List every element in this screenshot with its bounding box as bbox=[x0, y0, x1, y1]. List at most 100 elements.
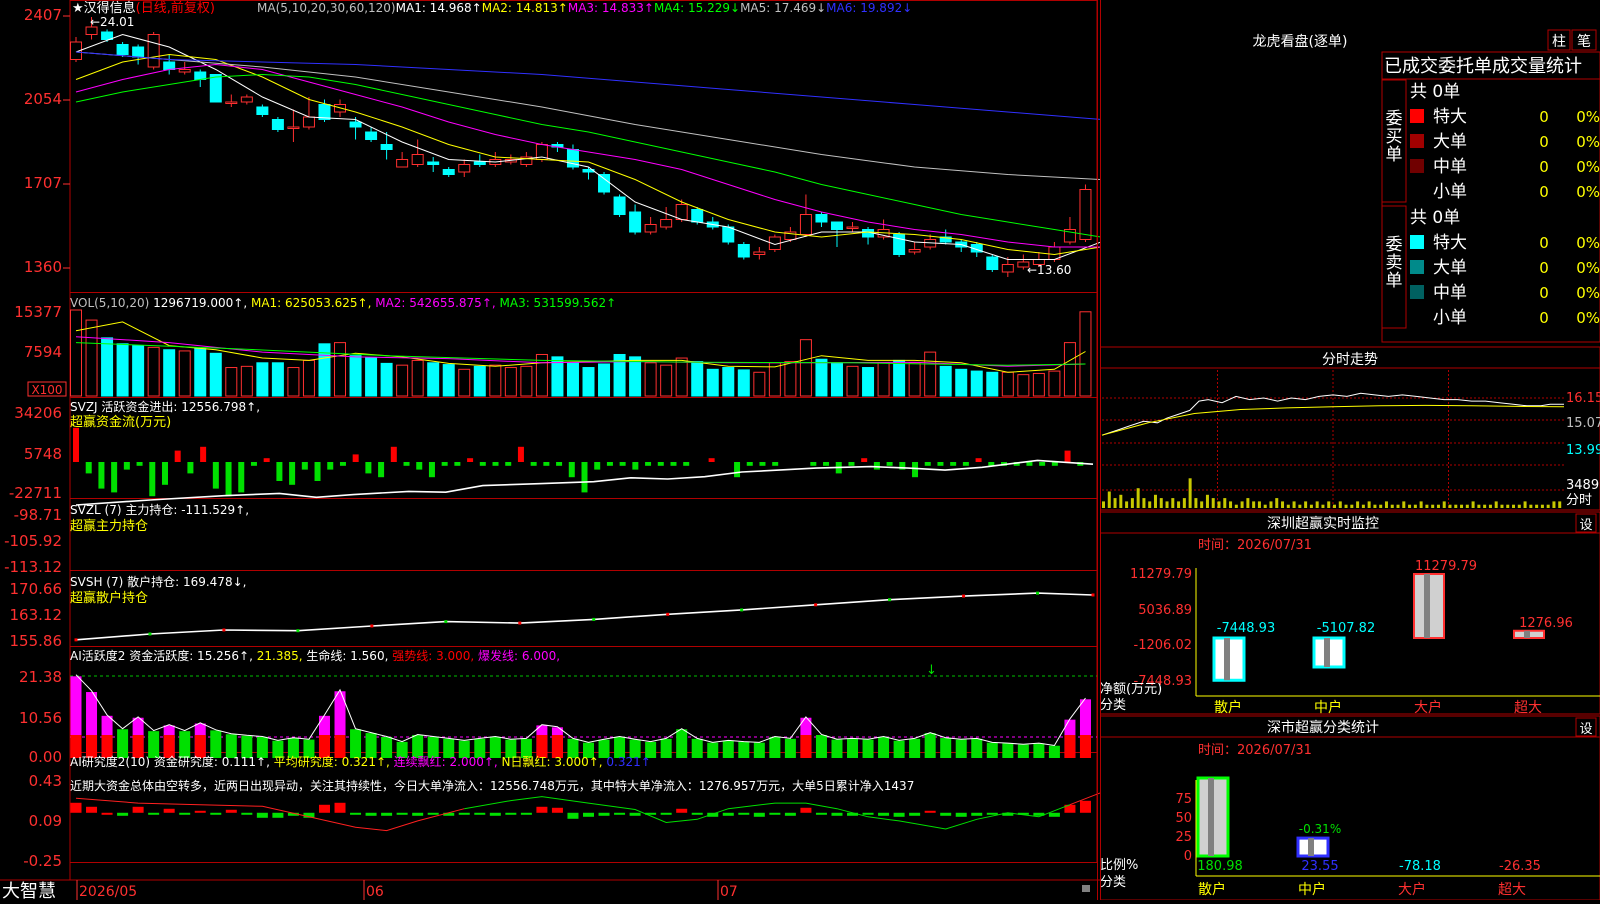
candle-body[interactable] bbox=[271, 119, 284, 130]
candle-body[interactable] bbox=[147, 34, 160, 68]
candle-body[interactable] bbox=[660, 219, 673, 228]
candle[interactable] bbox=[862, 227, 875, 245]
candle[interactable] bbox=[442, 167, 455, 177]
ai-yj-bar bbox=[520, 812, 532, 815]
candle[interactable] bbox=[986, 254, 999, 273]
candle-body[interactable] bbox=[442, 169, 455, 175]
candle-body[interactable] bbox=[458, 164, 471, 173]
ma-indicator-line-part-5: MA5: 17.469↓ bbox=[740, 1, 826, 15]
ai-hy-header-part-1: 21.385, bbox=[253, 649, 303, 663]
candle[interactable] bbox=[147, 32, 160, 70]
candle-body[interactable] bbox=[613, 196, 626, 215]
candle[interactable] bbox=[675, 199, 688, 223]
candle[interactable] bbox=[302, 97, 315, 130]
candle-body[interactable] bbox=[815, 214, 828, 223]
fs-volume-bar bbox=[1350, 504, 1354, 508]
candle[interactable] bbox=[737, 242, 750, 260]
fs-volume-bar bbox=[1384, 501, 1388, 508]
candle-body[interactable] bbox=[908, 249, 921, 253]
candle-body[interactable] bbox=[178, 69, 191, 73]
candle-body[interactable] bbox=[411, 154, 424, 165]
candle[interactable] bbox=[908, 242, 921, 255]
lhb-btn-bar-label: 柱 bbox=[1552, 34, 1566, 50]
candle[interactable] bbox=[893, 232, 906, 257]
kline-chart-svg[interactable]: 2407 2054 1707 1360 ←24.01 ←13.60 ★汉得信息(日线,前复权… bbox=[0, 0, 1133, 902]
candle[interactable] bbox=[644, 217, 657, 235]
svzj-bar bbox=[314, 462, 321, 481]
candle-body[interactable] bbox=[737, 244, 750, 258]
candle-body[interactable] bbox=[1079, 189, 1092, 240]
ai-yj-bar bbox=[583, 812, 594, 817]
candle-body[interactable] bbox=[473, 161, 486, 165]
candle[interactable] bbox=[660, 207, 673, 230]
candle-body[interactable] bbox=[396, 159, 409, 168]
ai-hy-header-part-2: 生命线: 1.560, bbox=[303, 648, 389, 663]
candle-body[interactable] bbox=[644, 224, 657, 233]
candle-body[interactable] bbox=[349, 121, 362, 128]
candle-body[interactable] bbox=[380, 144, 393, 150]
candle[interactable] bbox=[489, 152, 502, 167]
candle-body[interactable] bbox=[691, 209, 704, 223]
candle-body[interactable] bbox=[753, 251, 766, 255]
candle[interactable] bbox=[256, 104, 269, 118]
candle[interactable] bbox=[271, 117, 284, 132]
candle-body[interactable] bbox=[116, 44, 129, 55]
candle-body[interactable] bbox=[629, 211, 642, 233]
candle-body[interactable] bbox=[1001, 264, 1014, 273]
classify-category-0: 散户 bbox=[1198, 881, 1226, 898]
ai-yj-bar bbox=[800, 807, 812, 813]
candle-body[interactable] bbox=[799, 214, 812, 235]
candle[interactable] bbox=[1063, 217, 1076, 245]
candle-body[interactable] bbox=[163, 61, 176, 70]
candle[interactable] bbox=[427, 157, 440, 172]
fs-volume-bar bbox=[1402, 501, 1406, 508]
candle[interactable] bbox=[815, 212, 828, 227]
kline-chart-area[interactable]: 2407 2054 1707 1360 ←24.01 ←13.60 ★汉得信息(日线,前复权… bbox=[0, 0, 1133, 902]
candle-body[interactable] bbox=[986, 256, 999, 270]
svzj-bar bbox=[924, 462, 931, 466]
candle-body[interactable] bbox=[225, 101, 238, 104]
svzl-axis-label-2: -113.12 bbox=[4, 558, 62, 576]
candle-body[interactable] bbox=[194, 71, 207, 80]
candle[interactable] bbox=[116, 42, 129, 57]
candle[interactable] bbox=[396, 152, 409, 168]
ai-yj-header-part-2: 连续飘红: 2.000↑, bbox=[390, 754, 498, 769]
candle-body[interactable] bbox=[598, 174, 611, 193]
candle-body[interactable] bbox=[302, 116, 315, 128]
fs-volume-bar bbox=[1546, 504, 1550, 508]
fs-volume-bar bbox=[1425, 504, 1429, 508]
candle[interactable] bbox=[209, 74, 222, 103]
candle[interactable] bbox=[629, 204, 642, 235]
volume-bar bbox=[1048, 370, 1061, 397]
candle[interactable] bbox=[582, 167, 595, 180]
candle[interactable] bbox=[194, 69, 207, 88]
candle[interactable] bbox=[225, 94, 238, 108]
candle-body[interactable] bbox=[240, 96, 253, 103]
candle-body[interactable] bbox=[287, 126, 300, 129]
candle-body[interactable] bbox=[132, 46, 145, 58]
volume-bar bbox=[582, 367, 595, 397]
candle-body[interactable] bbox=[722, 226, 735, 243]
candle-body[interactable] bbox=[256, 106, 269, 115]
candle[interactable] bbox=[706, 217, 719, 230]
ai-yj-header-part-0: AI研究度2(10) 资金研究度: 0.111↑, bbox=[70, 754, 270, 769]
candle-body[interactable] bbox=[365, 131, 378, 140]
candle-body[interactable] bbox=[209, 74, 222, 103]
candle-body[interactable] bbox=[675, 204, 688, 220]
candle[interactable] bbox=[411, 139, 424, 168]
candle[interactable] bbox=[287, 109, 300, 143]
candle-body[interactable] bbox=[830, 221, 843, 230]
candle[interactable] bbox=[349, 117, 362, 140]
candle[interactable] bbox=[240, 94, 253, 105]
candle-body[interactable] bbox=[427, 161, 440, 165]
candle[interactable] bbox=[132, 44, 145, 65]
candle[interactable] bbox=[458, 159, 471, 178]
candle[interactable] bbox=[799, 194, 812, 238]
candle[interactable] bbox=[753, 247, 766, 260]
candle-body[interactable] bbox=[846, 226, 859, 229]
candle[interactable] bbox=[846, 222, 859, 232]
candle[interactable] bbox=[613, 194, 626, 218]
candle[interactable] bbox=[70, 37, 82, 62]
candle[interactable] bbox=[566, 144, 579, 170]
candle[interactable] bbox=[163, 54, 176, 75]
